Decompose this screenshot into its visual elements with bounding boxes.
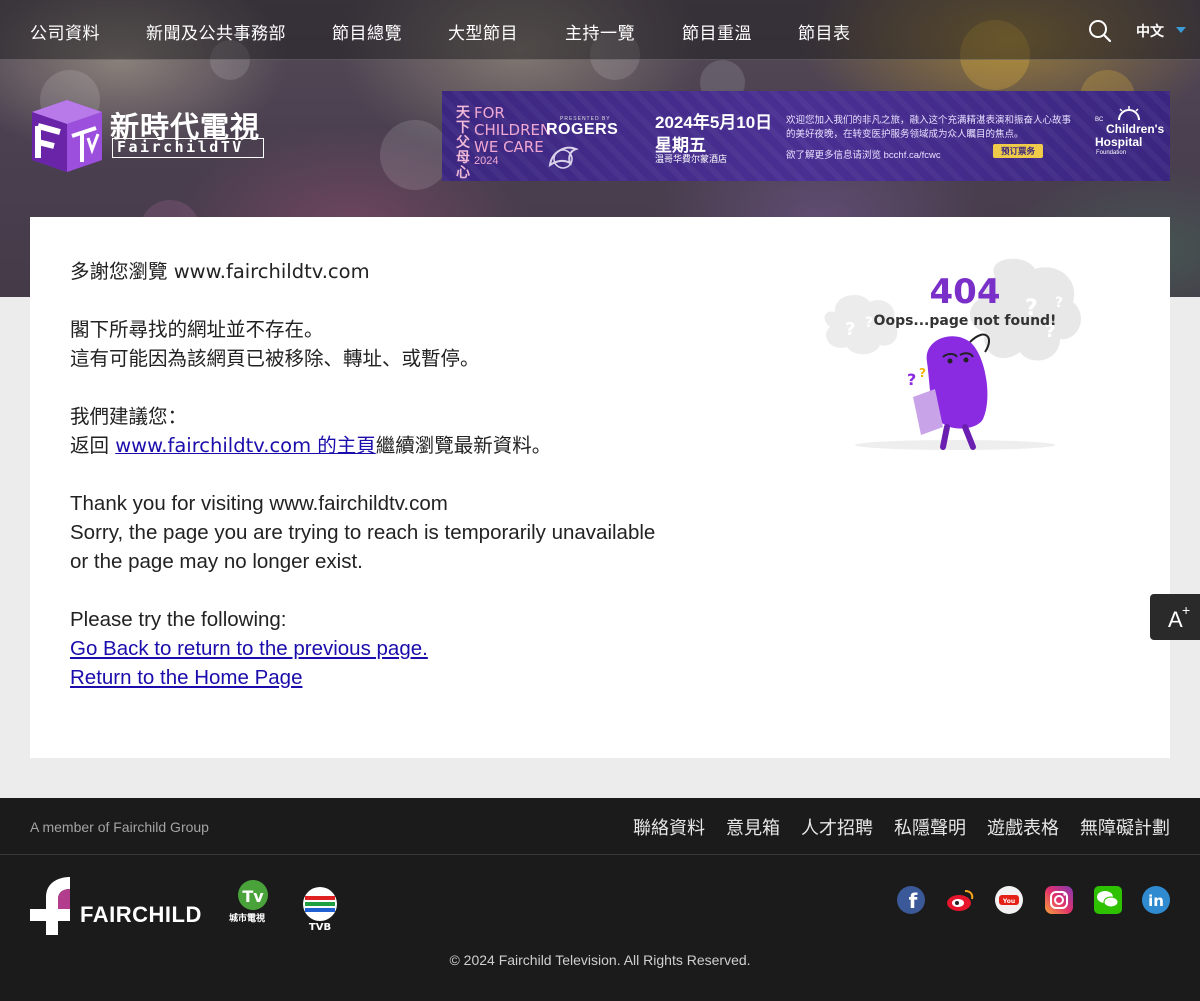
font-size-button[interactable]: A + <box>1150 594 1200 640</box>
zh-return-suffix: 繼續瀏覽最新資料。 <box>375 434 552 457</box>
svg-text:?: ? <box>919 366 926 380</box>
zh-return-line: 返回 www.fairchildtv.com 的主頁繼續瀏覽最新資料。 <box>70 431 690 460</box>
zh-thanks-text: 多謝您瀏覽 www.fairchildtv.com <box>70 260 370 283</box>
svg-text:?: ? <box>1055 295 1063 311</box>
svg-text:f: f <box>909 889 918 913</box>
footer-member-text: A member of Fairchild Group <box>30 819 209 835</box>
banner-for-children: FOR CHILDREN WE CARE <box>474 104 552 156</box>
banner-text-line: 欲了解更多信息请浏览 bcchf.ca/fcwc <box>786 150 941 161</box>
nav-item-company[interactable]: 公司資料 <box>30 19 100 44</box>
logo-english-name: FairchildTV <box>112 138 264 158</box>
copyright-text: © 2024 Fairchild Television. All Rights … <box>449 952 751 968</box>
top-navigation: 公司資料 新聞及公共事務部 節目總覽 大型節目 主持一覽 節目重溫 節目表 中文 <box>0 0 1200 60</box>
nav-item-programs[interactable]: 節目總覽 <box>332 19 402 44</box>
footer-link-careers[interactable]: 人才招聘 <box>801 814 873 840</box>
nav-item-replay[interactable]: 節目重溫 <box>682 19 752 44</box>
banner-year: 2024 <box>474 155 499 167</box>
weibo-icon[interactable] <box>945 885 975 915</box>
banner-book-button[interactable]: 预订票务 <box>993 144 1043 158</box>
go-back-link[interactable]: Go Back to return to the previous page. <box>70 637 428 660</box>
home-page-link[interactable]: Return to the Home Page <box>70 666 302 689</box>
language-selector[interactable]: 中文 <box>1136 21 1164 41</box>
talentvision-name: 城市電視 <box>229 913 266 923</box>
en-sorry-text: Sorry, the page you are trying to reach … <box>70 521 656 544</box>
site-logo[interactable]: 新時代電視 FairchildTV <box>30 98 270 176</box>
footer-link-forms[interactable]: 遊戲表格 <box>987 814 1059 840</box>
footer-links: 聯絡資料 意見箱 人才招聘 私隱聲明 遊戲表格 無障礙計劃 <box>612 814 1170 840</box>
error-caption: Oops...page not found! <box>874 313 1057 329</box>
banner-charity-name: Hospital <box>1095 135 1143 149</box>
fairchild-logo-icon[interactable] <box>30 875 72 935</box>
fairchild-brand: FAIRCHILD <box>80 902 202 927</box>
svg-text:?: ? <box>845 319 855 340</box>
svg-text:Tv: Tv <box>242 887 264 906</box>
banner-vertical-text: 天下父母心 <box>456 104 470 180</box>
wechat-icon[interactable] <box>1093 885 1123 915</box>
footer-divider <box>0 854 1200 855</box>
nav-item-news[interactable]: 新聞及公共事務部 <box>146 19 286 44</box>
banner-charity-name: Foundation <box>1096 150 1127 156</box>
zh-return-prefix: 返回 <box>70 434 116 457</box>
zh-suggest-text: 我們建議您： <box>70 405 188 428</box>
facebook-icon[interactable]: f <box>896 885 926 915</box>
ad-banner[interactable]: 天下父母心 FOR CHILDREN WE CARE 2024 PRESENTE… <box>442 91 1170 181</box>
banner-text-line: 的美好夜晚，在转变医护服务领域成为众人瞩目的焦点。 <box>786 129 1024 140</box>
youtube-icon[interactable]: You <box>994 885 1024 915</box>
footer-link-accessibility[interactable]: 無障礙計劃 <box>1080 814 1170 840</box>
en-exist-text: or the page may no longer exist. <box>70 550 363 573</box>
footer-link-privacy[interactable]: 私隱聲明 <box>894 814 966 840</box>
en-try-text: Please try the following: <box>70 608 287 631</box>
tvb-logo-icon[interactable]: TVB <box>300 886 340 932</box>
error-code: 404 <box>930 272 1001 312</box>
banner-text-line: 欢迎您加入我们的非凡之旅，融入这个充满精湛表演和振奋人心故事 <box>786 115 1072 126</box>
nav-item-hosts[interactable]: 主持一覽 <box>565 19 635 44</box>
en-thanks-text: Thank you for visiting www.fairchildtv.c… <box>70 492 448 515</box>
font-size-letter: A <box>1168 607 1183 632</box>
footer-link-contact[interactable]: 聯絡資料 <box>633 814 705 840</box>
banner-sponsor: ROGERS <box>546 121 619 138</box>
search-icon[interactable] <box>1088 19 1112 43</box>
font-size-plus: + <box>1182 602 1191 618</box>
zh-notfound-text: 閣下所尋找的網址並不存在。 <box>70 318 324 341</box>
svg-text:in: in <box>1148 892 1164 910</box>
banner-date: 2024年5月10日 <box>655 113 773 132</box>
error-message: 多謝您瀏覽 www.fairchildtv.com 閣下所尋找的網址並不存在。 … <box>70 257 690 692</box>
footer-link-feedback[interactable]: 意見箱 <box>726 814 780 840</box>
banner-charity-name: Children's <box>1106 122 1165 136</box>
zh-reason-text: 這有可能因為該網頁已被移除、轉址、或暫停。 <box>70 347 480 370</box>
error-card: 多謝您瀏覽 www.fairchildtv.com 閣下所尋找的網址並不存在。 … <box>30 217 1170 758</box>
chevron-down-icon[interactable] <box>1176 27 1186 33</box>
linkedin-icon[interactable]: in <box>1141 885 1171 915</box>
instagram-icon[interactable] <box>1044 885 1074 915</box>
tvb-label: TVB <box>309 922 331 932</box>
svg-text:?: ? <box>907 370 916 389</box>
canucks-orca-icon <box>548 146 579 169</box>
svg-text:You: You <box>1002 898 1015 905</box>
footer: A member of Fairchild Group 聯絡資料 意見箱 人才招… <box>0 798 1200 1001</box>
404-illustration: ? ? ? ? ? ? ? 404 Oops...page not found! <box>824 258 1081 450</box>
zh-home-link[interactable]: www.fairchildtv.com 的主頁 <box>115 434 376 457</box>
banner-venue: 温哥华費尔蒙酒店 <box>655 154 728 164</box>
ftv-cube-icon <box>32 100 102 172</box>
bokeh-light <box>380 120 450 190</box>
nav-item-specials[interactable]: 大型節目 <box>448 19 518 44</box>
nav-item-schedule[interactable]: 節目表 <box>798 19 851 44</box>
svg-text:?: ? <box>865 315 873 331</box>
